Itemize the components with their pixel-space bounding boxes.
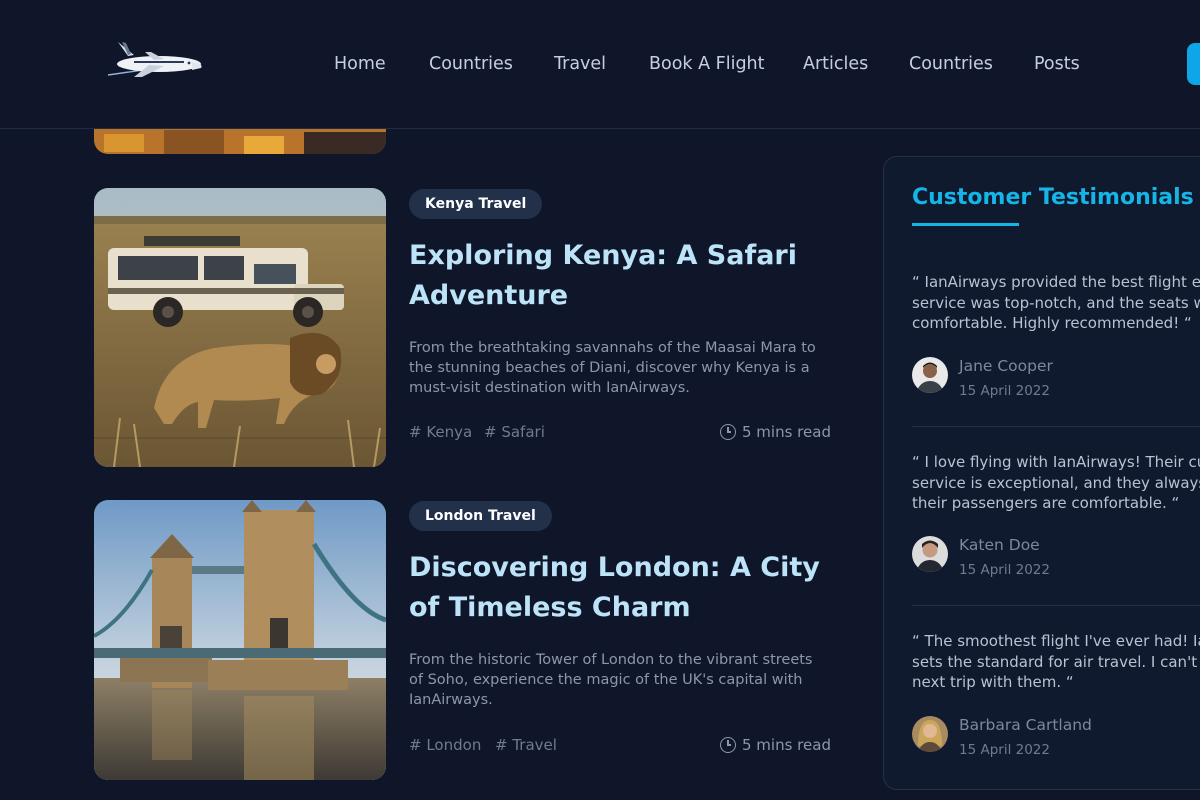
header-action-button[interactable] [1187, 43, 1200, 85]
tag-london[interactable]: # London [409, 736, 481, 754]
testimonial-name: Jane Cooper [959, 357, 1053, 375]
clock-icon [720, 424, 736, 440]
read-time: 5 mins read [720, 423, 831, 441]
kenya-safari-image[interactable] [94, 188, 386, 467]
read-time-label: 5 mins read [742, 423, 831, 441]
quote-line: “ IanAirways provided the best flight ex… [912, 273, 1200, 291]
tag-safari[interactable]: # Safari [484, 423, 545, 441]
title-underline [912, 223, 1019, 226]
airplane-logo[interactable] [104, 34, 208, 82]
quote-line: comfortable. Highly recommended! “ [912, 314, 1192, 332]
testimonial-date: 15 April 2022 [959, 742, 1050, 758]
clock-icon [720, 737, 736, 753]
london-bridge-image[interactable] [94, 500, 386, 780]
category-badge[interactable]: Kenya Travel [409, 189, 543, 219]
quote-line: “ The smoothest flight I've ever had! Ia… [912, 632, 1200, 650]
nav-book-a-flight[interactable]: Book A Flight [649, 52, 765, 76]
testimonial-quote: “ I love flying with IanAirways! Their c… [912, 452, 1200, 514]
read-time: 5 mins read [720, 736, 831, 754]
quote-line: their passengers are comfortable. “ [912, 494, 1180, 512]
category-badge[interactable]: London Travel [409, 501, 552, 531]
testimonials-title: Customer Testimonials [912, 185, 1194, 210]
quote-line: service was top-notch, and the seats we [912, 293, 1200, 312]
quote-line: sets the standard for air travel. I can'… [912, 652, 1200, 671]
testimonial-name: Katen Doe [959, 536, 1040, 554]
article-title[interactable]: Exploring Kenya: A Safari Adventure [409, 236, 829, 316]
nav-articles[interactable]: Articles [803, 52, 868, 76]
nav-posts[interactable]: Posts [1034, 52, 1080, 76]
testimonials-panel: Customer Testimonials “ IanAirways provi… [883, 156, 1200, 790]
nav-travel[interactable]: Travel [554, 52, 606, 76]
testimonial-quote: “ The smoothest flight I've ever had! Ia… [912, 631, 1200, 693]
divider [912, 605, 1200, 606]
avatar [912, 357, 948, 393]
tag-travel[interactable]: # Travel [495, 736, 557, 754]
article-title[interactable]: Discovering London: A City of Timeless C… [409, 548, 829, 628]
site-header: Home Countries Travel Book A Flight Arti… [0, 0, 1200, 129]
quote-line: service is exceptional, and they always … [912, 473, 1200, 492]
testimonial-quote: “ IanAirways provided the best flight ex… [912, 272, 1200, 334]
testimonial-date: 15 April 2022 [959, 562, 1050, 578]
divider [912, 426, 1200, 427]
avatar [912, 716, 948, 752]
avatar [912, 536, 948, 572]
nav-countries[interactable]: Countries [429, 52, 513, 76]
article-description: From the breathtaking savannahs of the M… [409, 340, 816, 396]
testimonial-name: Barbara Cartland [959, 716, 1092, 734]
nav-home[interactable]: Home [334, 52, 386, 76]
tag-kenya[interactable]: # Kenya [409, 423, 472, 441]
quote-line: next trip with them. “ [912, 673, 1074, 691]
quote-line: “ I love flying with IanAirways! Their c… [912, 453, 1200, 471]
read-time-label: 5 mins read [742, 736, 831, 754]
testimonial-date: 15 April 2022 [959, 383, 1050, 399]
nav-countries-2[interactable]: Countries [909, 52, 993, 76]
article-description: From the historic Tower of London to the… [409, 652, 813, 708]
